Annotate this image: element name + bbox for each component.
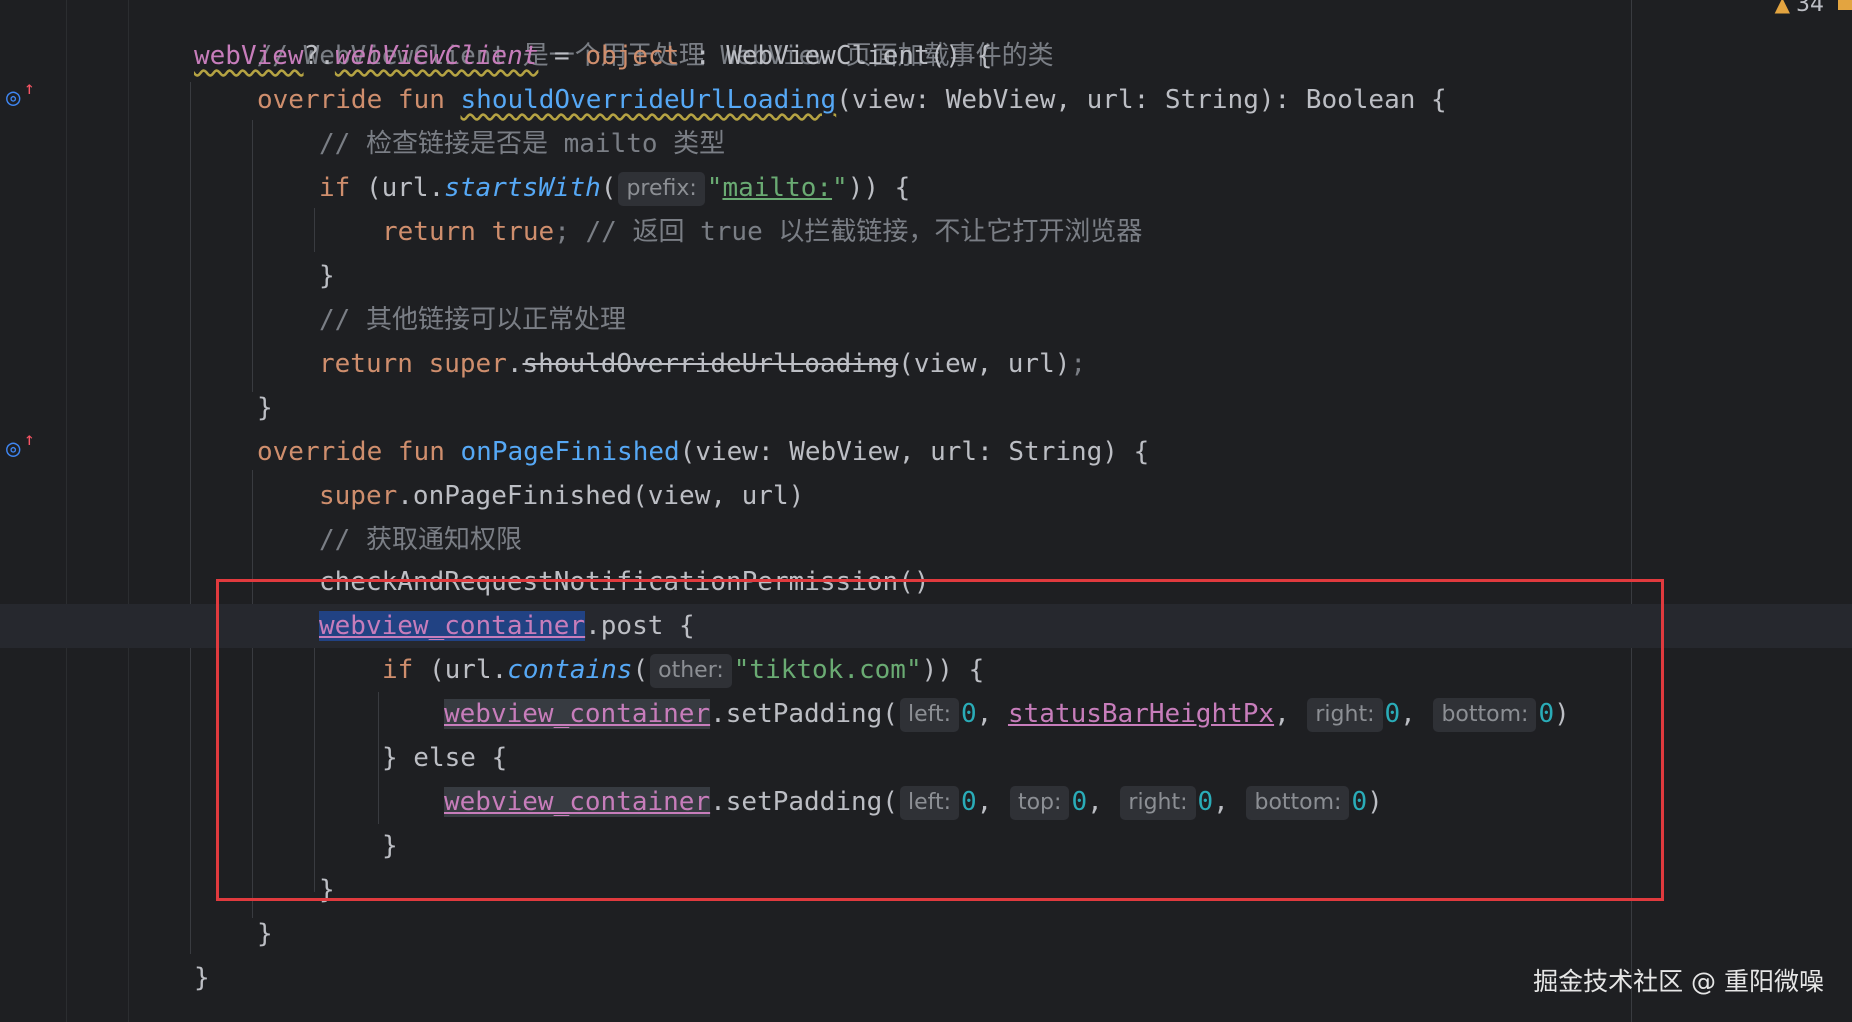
comment: // 获取通知权限 (319, 525, 522, 555)
code-line[interactable]: // 其他链接可以正常处理 (319, 298, 626, 342)
code-line[interactable]: } (319, 254, 335, 298)
inlay-hint: prefix: (618, 171, 705, 206)
keyword: return (319, 349, 413, 379)
deprecated-call: shouldOverrideUrlLoading (522, 349, 899, 379)
comment: // 检查链接是否是 mailto 类型 (319, 129, 726, 159)
code-text: (view: WebView, url: String): Boolean { (836, 85, 1447, 115)
override-gutter-icon[interactable]: ◎ ↑ (6, 78, 36, 112)
punctuation: } (257, 393, 273, 423)
code-line[interactable]: return true; // 返回 true 以拦截链接，不让它打开浏览器 (382, 210, 1142, 254)
identifier: webViewClient (334, 41, 539, 71)
annotation-highlight-box (216, 579, 1664, 901)
comment: // 其他链接可以正常处理 (319, 305, 626, 335)
override-gutter-icon[interactable]: ◎ ↑ (6, 429, 36, 463)
code-line[interactable]: // 检查链接是否是 mailto 类型 (319, 122, 725, 166)
code-line[interactable]: return super.shouldOverrideUrlLoading(vi… (319, 342, 1086, 386)
code-text: : WebViewClient() { (679, 41, 993, 71)
punctuation: ; (1070, 349, 1087, 379)
code-text: (url. (350, 173, 445, 203)
punctuation: . (506, 349, 523, 379)
string: mailto: (722, 173, 833, 203)
code-text: .onPageFinished(view, url) (397, 481, 805, 511)
code-text: (view, url) (898, 349, 1071, 379)
keyword: fun (397, 85, 445, 115)
warning-stripe-icon (1838, 0, 1852, 10)
comment: // 返回 true 以拦截链接，不让它打开浏览器 (569, 217, 1143, 247)
punctuation: } (319, 261, 335, 291)
code-line[interactable]: } (194, 956, 210, 1000)
code-line[interactable]: super.onPageFinished(view, url) (319, 474, 804, 518)
string: " (832, 173, 848, 203)
punctuation: } (257, 919, 273, 949)
warning-icon: ▲ (1774, 0, 1790, 16)
code-line[interactable]: } (257, 912, 273, 956)
indent-guide (314, 208, 315, 252)
function-name: startsWith (444, 173, 601, 203)
keyword: return (382, 217, 476, 247)
code-line[interactable]: if (url.startsWith(prefix: "mailto:")) { (319, 166, 910, 210)
indent-guide (252, 120, 253, 392)
punctuation: ( (600, 173, 617, 203)
keyword: true (491, 217, 555, 247)
indent-guide (190, 82, 191, 954)
keyword: if (319, 173, 351, 203)
watermark: 掘金技术社区 @ 重阳微噪 (1533, 967, 1824, 996)
keyword: super (319, 481, 398, 511)
punctuation: } (194, 963, 210, 993)
code-line[interactable]: // 获取通知权限 (319, 518, 522, 562)
inspection-widget[interactable]: ▲ 34 (1775, 0, 1824, 17)
keyword: object (585, 41, 680, 71)
editor-gutter (0, 0, 67, 1022)
keyword: fun (397, 437, 445, 467)
operator: ?. (303, 41, 335, 71)
keyword: override (257, 437, 383, 467)
operator: = (538, 41, 586, 71)
code-line[interactable]: override fun shouldOverrideUrlLoading(vi… (257, 78, 1447, 122)
warning-count: 34 (1796, 0, 1824, 17)
punctuation: ; (554, 217, 570, 247)
code-editor: ◎ ↑ ◎ ↑ ▲ 34 // WebViewClient 是一个用于处理 WebVi… (0, 0, 1852, 1022)
code-text: (view: WebView, url: String) { (679, 437, 1150, 467)
string: " (706, 173, 723, 203)
indent-guide-root (128, 0, 129, 1022)
function-name: onPageFinished (460, 437, 680, 467)
keyword: super (428, 349, 507, 379)
keyword: override (257, 85, 383, 115)
code-line[interactable]: override fun onPageFinished(view: WebVie… (257, 430, 1149, 474)
code-line[interactable]: webView?.webViewClient = object : WebVie… (194, 34, 992, 78)
code-line[interactable]: } (257, 386, 273, 430)
code-line[interactable]: // WebViewClient 是一个用于处理 WebView 页面加载事件的… (194, 0, 1054, 71)
code-text: )) { (847, 173, 911, 203)
identifier: webView (194, 41, 304, 71)
function-name: shouldOverrideUrlLoading (460, 85, 837, 115)
